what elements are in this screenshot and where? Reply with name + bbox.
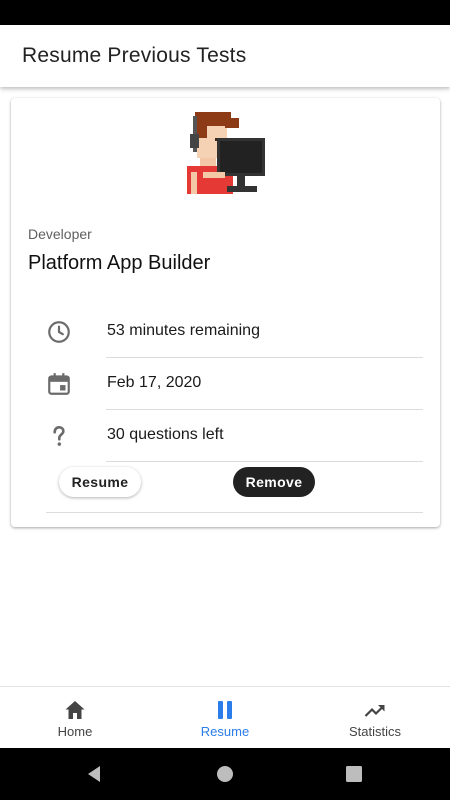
questions-row: 30 questions left — [11, 410, 440, 462]
question-mark-icon — [53, 426, 65, 446]
date-row: Feb 17, 2020 — [11, 358, 440, 410]
page-title: Resume Previous Tests — [22, 44, 247, 67]
row-divider — [106, 461, 423, 462]
trending-up-icon — [364, 705, 385, 717]
remove-button[interactable]: Remove — [233, 467, 315, 497]
clock-icon — [48, 321, 70, 343]
content-area: Developer Platform App Builder 53 minute… — [0, 87, 450, 686]
resume-button[interactable]: Resume — [59, 467, 141, 497]
test-category: Developer — [28, 226, 92, 242]
pause-icon — [218, 701, 232, 719]
home-circle-icon[interactable] — [215, 764, 235, 784]
recents-icon[interactable] — [344, 764, 364, 784]
system-navigation-bar — [0, 748, 450, 800]
nav-label-resume: Resume — [200, 724, 250, 739]
calendar-icon — [48, 373, 70, 395]
home-icon — [65, 701, 85, 719]
date-text: Feb 17, 2020 — [107, 374, 202, 391]
nav-item-resume[interactable]: Resume — [150, 687, 300, 749]
card-divider — [46, 512, 423, 513]
time-remaining-text: 53 minutes remaining — [107, 322, 260, 339]
test-card: Developer Platform App Builder 53 minute… — [11, 98, 440, 527]
nav-item-statistics[interactable]: Statistics — [300, 687, 450, 749]
nav-label-statistics: Statistics — [348, 724, 401, 739]
app-bar: Resume Previous Tests — [0, 25, 450, 87]
nav-item-home[interactable]: Home — [0, 687, 150, 749]
nav-label-home: Home — [57, 724, 93, 739]
screen: Resume Previous Tests Developer Platform… — [0, 0, 450, 800]
questions-left-text: 30 questions left — [107, 426, 224, 443]
developer-avatar-icon — [187, 112, 265, 194]
test-name: Platform App Builder — [28, 252, 211, 274]
time-remaining-row: 53 minutes remaining — [11, 306, 440, 358]
status-bar — [0, 0, 450, 25]
bottom-navigation: Home Resume Statistics — [0, 686, 450, 748]
back-icon[interactable] — [84, 764, 104, 784]
